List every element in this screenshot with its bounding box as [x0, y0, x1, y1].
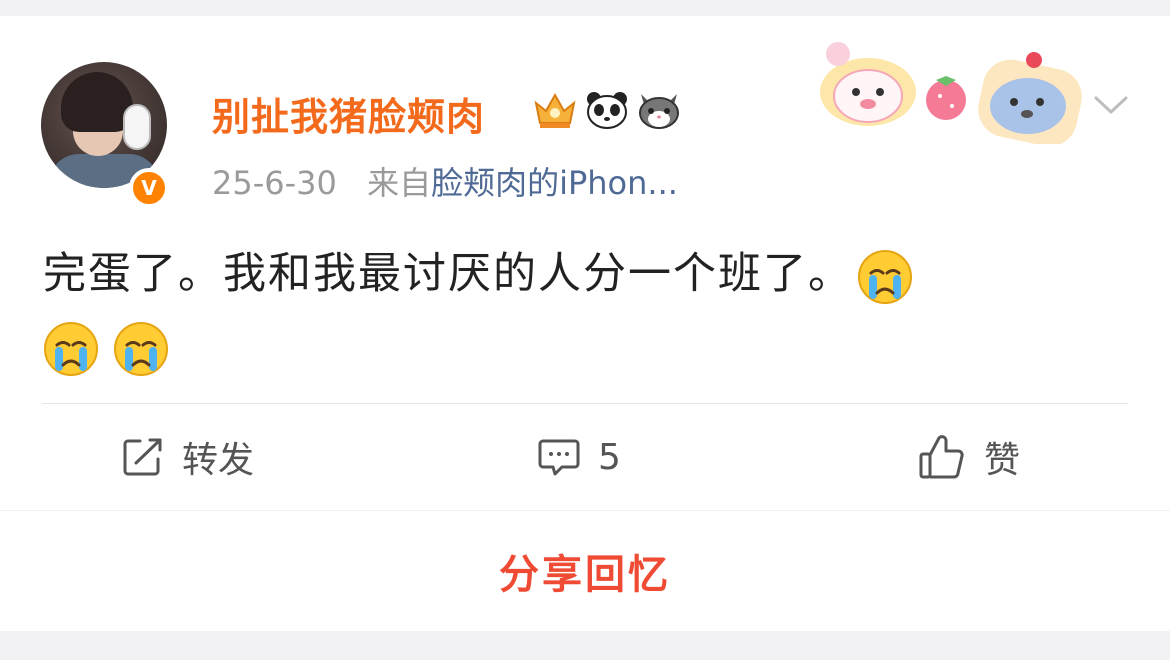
crying-emoji-icon: [44, 321, 98, 376]
page: V 别扯我猪脸颊肉 25-6-30 来自脸颊肉的iPhon... 完蛋了。我和我…: [0, 0, 1170, 660]
share-memory-bar: 分享回忆: [0, 511, 1170, 631]
like-label: 赞: [984, 440, 1021, 481]
like-button[interactable]: 赞: [918, 432, 1020, 482]
repost-icon: [123, 438, 162, 476]
cat-icon: [636, 88, 682, 132]
chevron-down-icon[interactable]: [1092, 88, 1130, 120]
crown-badge-icon[interactable]: [532, 88, 578, 132]
repost-label: 转发: [182, 440, 255, 481]
avatar-doodle: [123, 104, 151, 150]
comment-icon: [538, 439, 580, 476]
comment-button[interactable]: 5: [538, 432, 621, 482]
source-link[interactable]: 脸颊肉的iPhon...: [431, 164, 678, 202]
verified-badge-icon: V: [129, 168, 169, 208]
badge-row: [532, 88, 682, 132]
post-card: V 别扯我猪脸颊肉 25-6-30 来自脸颊肉的iPhon... 完蛋了。我和我…: [0, 16, 1170, 510]
crying-emoji-icon: [858, 249, 912, 304]
crying-emoji-icon: [114, 321, 168, 376]
post-meta: 25-6-30 来自脸颊肉的iPhon...: [212, 158, 678, 204]
post-text: 完蛋了。我和我最讨厌的人分一个班了。: [43, 249, 853, 299]
source-prefix: 来自: [367, 164, 432, 202]
comment-count: 5: [598, 436, 621, 478]
repost-button[interactable]: 转发: [122, 432, 254, 482]
post-date: 25-6-30: [212, 164, 337, 202]
user-name[interactable]: 别扯我猪脸颊肉: [212, 86, 485, 141]
post-text-block: 完蛋了。我和我最讨厌的人分一个班了。: [43, 238, 1133, 382]
thumbs-up-icon: [919, 435, 964, 479]
panda-icon: [584, 88, 630, 132]
share-memory-button[interactable]: 分享回忆: [499, 542, 671, 600]
divider: [42, 403, 1128, 404]
sticker-decoration-icon: [820, 42, 1082, 144]
